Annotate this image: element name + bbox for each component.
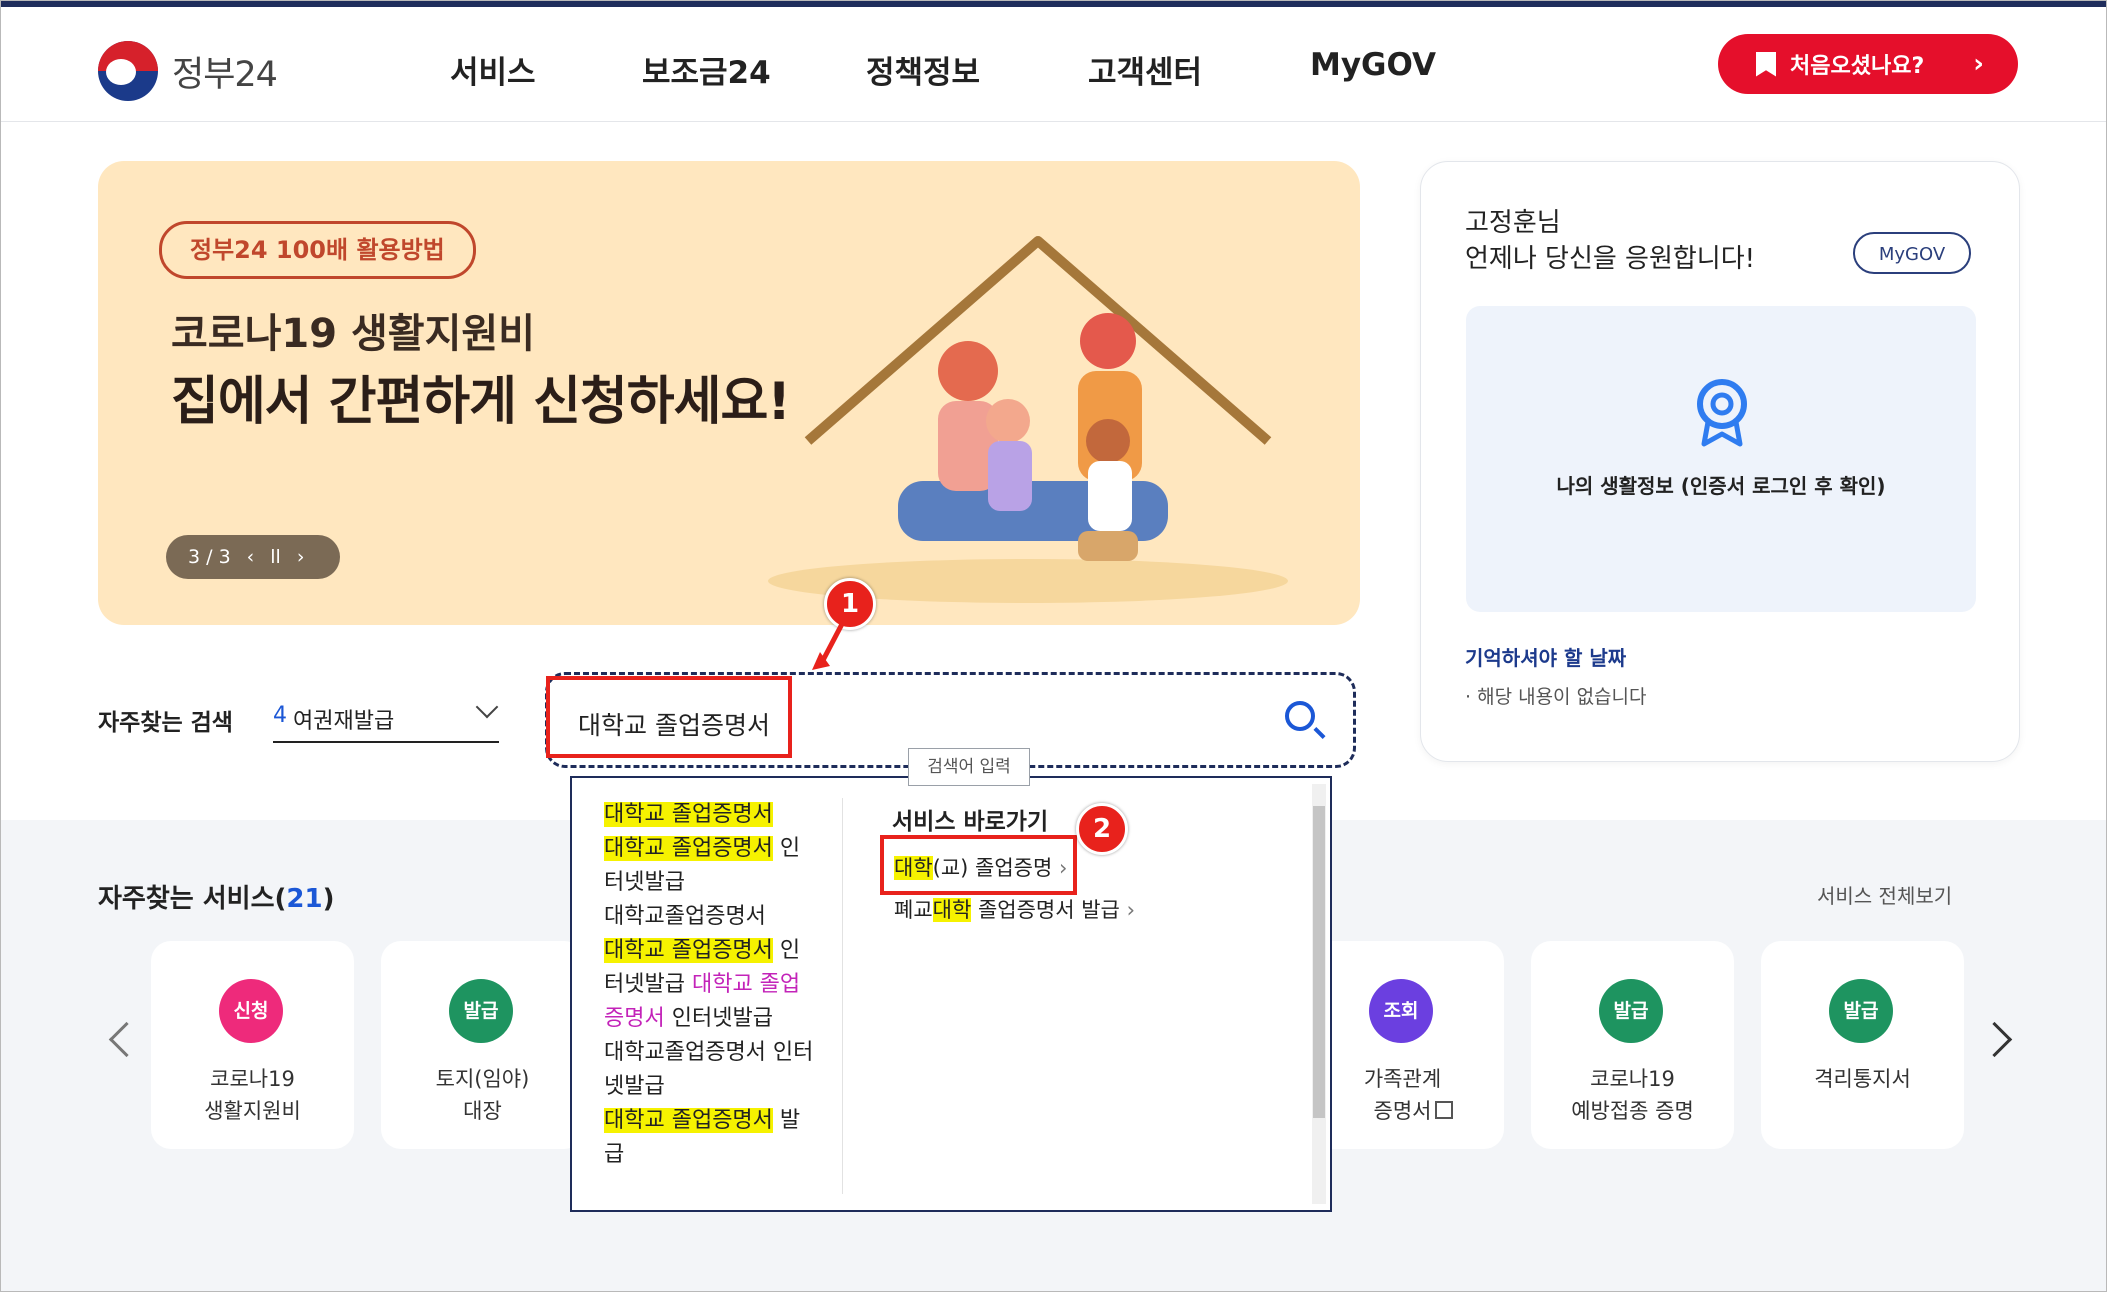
screenshot-frame	[0, 0, 2107, 1292]
